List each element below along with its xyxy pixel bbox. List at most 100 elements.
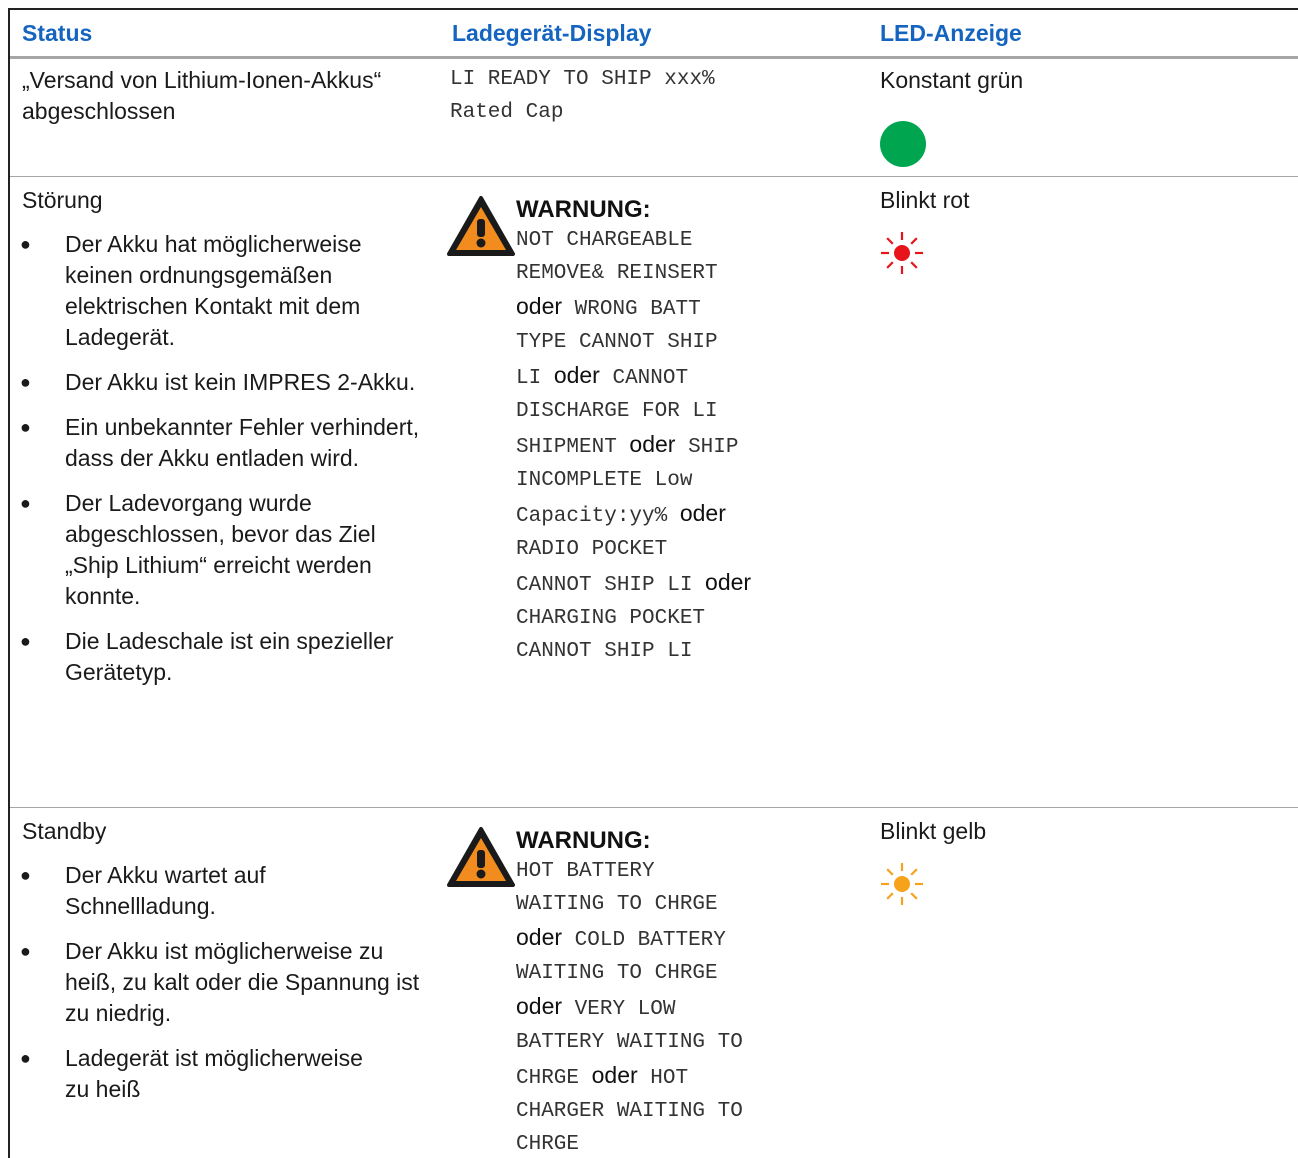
status-title: Störung: [22, 187, 103, 213]
display-text: INCOMPLETE Low: [516, 469, 693, 492]
display-text: WAITING TO CHRGE: [516, 962, 718, 985]
table-row: Störung ● Der Akku hat möglicherweise kei…: [10, 177, 1298, 808]
display-line: WAITING TO CHRGE: [516, 888, 856, 921]
led-blinking-icon: [881, 232, 923, 274]
led-core: [894, 876, 910, 892]
display-text: CHRGE: [516, 1133, 580, 1156]
display-cell: LI READY TO SHIP xxx% Rated Cap: [450, 63, 850, 129]
led-label: Blinkt rot: [880, 187, 970, 213]
display-text: CHRGE: [516, 1067, 592, 1090]
oder-word: oder: [516, 924, 563, 950]
led-ray: [886, 237, 894, 245]
warning-triangle-icon: [447, 827, 515, 887]
display-text: BATTERY WAITING TO: [516, 1031, 743, 1054]
display-line: WAITING TO CHRGE: [516, 957, 856, 990]
oder-word: oder: [516, 993, 563, 1019]
display-text: CANNOT SHIP LI: [516, 640, 693, 663]
display-text: WRONG BATT: [562, 298, 701, 321]
display-cell: HOT BATTERY WAITING TO CHRGE oder COLD BAT…: [516, 855, 856, 1158]
led-ray: [910, 868, 918, 876]
led-status-table: Status Ladegerät-Display LED-Anzeige „Ve…: [8, 8, 1298, 1158]
display-line: TYPE CANNOT SHIP: [516, 326, 856, 359]
led-ray: [910, 261, 918, 269]
led-blinking-icon: [881, 863, 923, 905]
display-line: CHARGER WAITING TO: [516, 1095, 856, 1128]
list-item: ● Die Ladeschale ist ein spezieller Gerät…: [20, 628, 394, 685]
display-text: LI: [516, 367, 554, 390]
table-row: Standby ● Der Akku wartet auf Schnellladu…: [10, 808, 1298, 1158]
display-text: HOT: [637, 1067, 689, 1090]
display-text: Capacity:yy%: [516, 505, 680, 528]
display-text: DISCHARGE FOR LI: [516, 400, 718, 423]
table-header-row: Status Ladegerät-Display LED-Anzeige: [10, 10, 1298, 59]
warning-title: WARNUNG:: [516, 827, 651, 854]
led-ray: [910, 892, 918, 900]
display-text: CHARGING POCKET: [516, 607, 706, 630]
display-text: COLD BATTERY: [562, 929, 726, 952]
display-line: CHRGE oder HOT: [516, 1059, 856, 1095]
led-ray: [886, 868, 894, 876]
display-text: CHARGER WAITING TO: [516, 1100, 743, 1123]
display-line: LI oder CANNOT: [516, 359, 856, 395]
display-text: SHIP: [675, 436, 739, 459]
header-status: Status: [22, 20, 93, 46]
display-line: NOT CHARGEABLE: [516, 224, 856, 257]
oder-word: oder: [629, 431, 676, 457]
display-text: SHIPMENT: [516, 436, 630, 459]
led-core: [894, 245, 910, 261]
display-line: CHRGE: [516, 1128, 856, 1158]
display-line: oder VERY LOW: [516, 990, 856, 1026]
oder-word: oder: [705, 569, 752, 595]
display-cell: NOT CHARGEABLE REMOVE& REINSERT oder WRONG…: [516, 224, 856, 668]
display-line: SHIPMENT oder SHIP: [516, 428, 856, 464]
warning-title: WARNUNG:: [516, 196, 651, 223]
display-text: CANNOT SHIP LI: [516, 574, 706, 597]
oder-word: oder: [516, 293, 563, 319]
display-line: BATTERY WAITING TO: [516, 1026, 856, 1059]
display-text: CANNOT: [599, 367, 689, 390]
display-line: CHARGING POCKET: [516, 602, 856, 635]
oder-word: oder: [679, 500, 726, 526]
display-line: DISCHARGE FOR LI: [516, 395, 856, 428]
bullet-list: ● Der Akku hat möglicherweise keinen ordn…: [20, 229, 420, 702]
status-cell: „Versand von Lithium-Ionen-Akkus“ abgesc…: [22, 67, 382, 124]
list-item: ● Der Akku wartet auf Schnellladung.: [20, 862, 266, 919]
display-line: oder WRONG BATT: [516, 290, 856, 326]
list-item: ● Der Akku hat möglicherweise keinen ordn…: [20, 231, 362, 350]
led-ray: [886, 261, 894, 269]
list-item: ● Ladegerät ist möglicherweise zu heiß: [20, 1045, 363, 1102]
led-solid-icon: [880, 121, 926, 167]
led-label: Konstant grün: [880, 67, 1024, 93]
display-line: Capacity:yy% oder: [516, 497, 856, 533]
display-text: WAITING TO CHRGE: [516, 893, 718, 916]
oder-word: oder: [591, 1062, 638, 1088]
display-text: NOT CHARGEABLE: [516, 229, 693, 252]
display-line: LI READY TO SHIP xxx%: [450, 68, 715, 91]
header-led: LED-Anzeige: [880, 20, 1022, 46]
list-item: ● Der Ladevorgang wurde abgeschlossen, be…: [20, 490, 376, 609]
warning-triangle-icon: [447, 196, 515, 256]
bullet-list: ● Der Akku wartet auf Schnellladung. ● Der…: [20, 860, 420, 1119]
display-text: TYPE CANNOT SHIP: [516, 331, 718, 354]
header-display: Ladegerät-Display: [452, 20, 652, 46]
list-item: ● Der Akku ist möglicherweise zu heiß, zu…: [20, 938, 420, 1026]
oder-word: oder: [553, 362, 600, 388]
display-text: RADIO POCKET: [516, 538, 668, 561]
list-item: ● Ein unbekannter Fehler verhindert, dass…: [20, 414, 420, 471]
display-text: HOT BATTERY: [516, 860, 655, 883]
display-line: HOT BATTERY: [516, 855, 856, 888]
led-label: Blinkt gelb: [880, 818, 987, 844]
display-line: RADIO POCKET: [516, 533, 856, 566]
display-text: VERY LOW: [562, 998, 676, 1021]
display-line: REMOVE& REINSERT: [516, 257, 856, 290]
display-text: REMOVE& REINSERT: [516, 262, 718, 285]
led-ray: [886, 892, 894, 900]
display-line: CANNOT SHIP LI oder: [516, 566, 856, 602]
display-line: INCOMPLETE Low: [516, 464, 856, 497]
display-line: Rated Cap: [450, 101, 564, 124]
table-row: „Versand von Lithium-Ionen-Akkus“ abgesc…: [10, 59, 1298, 177]
display-line: CANNOT SHIP LI: [516, 635, 856, 668]
status-title: Standby: [22, 818, 107, 844]
led-ray: [910, 237, 918, 245]
display-line: oder COLD BATTERY: [516, 921, 856, 957]
